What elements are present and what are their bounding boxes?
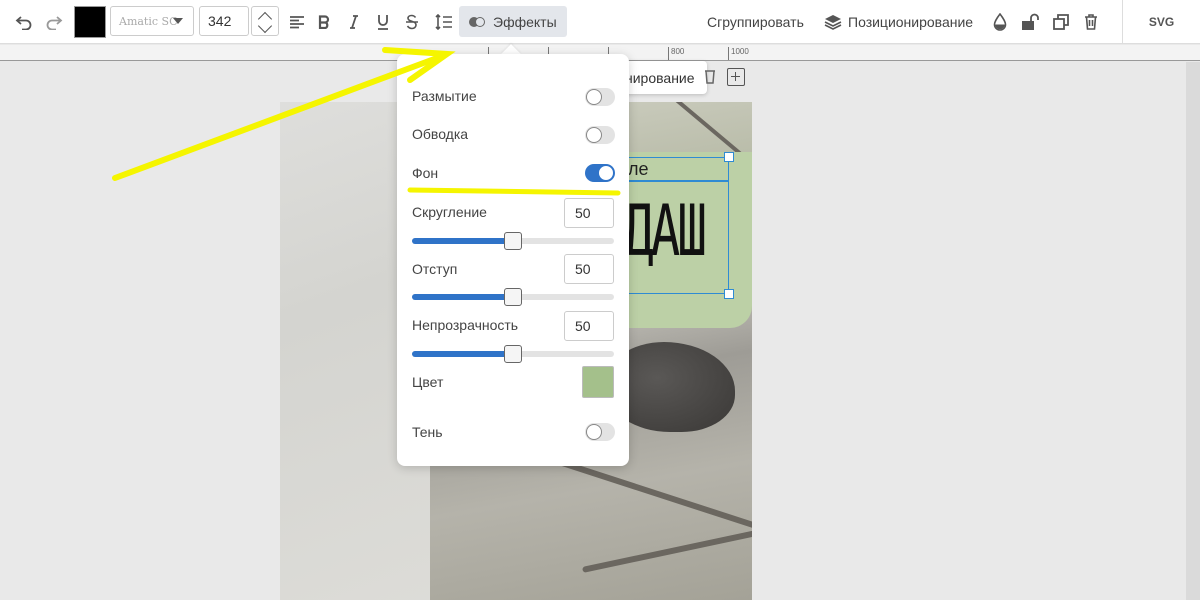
slider-fill [412, 294, 513, 300]
background-label: Фон [412, 165, 439, 181]
top-toolbar: Amatic SC 342 Эффекты Сгруппировать Пози… [0, 0, 1200, 44]
font-select[interactable]: Amatic SC [110, 6, 194, 36]
toggle-knob [598, 165, 614, 181]
scrollbar[interactable] [1186, 62, 1200, 600]
branch-shape [581, 517, 752, 573]
rounding-slider[interactable] [412, 232, 614, 250]
effects-button[interactable]: Эффекты [459, 6, 567, 37]
text-color-swatch[interactable] [74, 6, 106, 38]
ruler-tick-1000: 1000 [728, 47, 749, 60]
trash-icon[interactable] [704, 68, 716, 89]
blur-toggle[interactable] [585, 88, 615, 106]
slider-thumb[interactable] [504, 288, 522, 306]
resize-handle[interactable] [724, 152, 734, 162]
stroke-label: Обводка [412, 126, 469, 142]
unlock-icon[interactable] [1019, 0, 1041, 44]
underline-icon[interactable] [372, 0, 394, 44]
padding-input[interactable]: 50 [564, 254, 614, 284]
redo-icon[interactable] [42, 0, 66, 44]
chevron-down-icon [173, 18, 183, 24]
trash-icon[interactable] [1080, 0, 1102, 44]
opacity-input[interactable]: 50 [564, 311, 614, 341]
font-select-value: Amatic SC [119, 14, 178, 28]
toggle-knob [586, 89, 602, 105]
opacity-slider[interactable] [412, 345, 614, 363]
undo-icon[interactable] [12, 0, 36, 44]
background-color-swatch[interactable] [582, 366, 614, 398]
shadow-toggle[interactable] [585, 423, 615, 441]
slider-fill [412, 238, 513, 244]
italic-icon[interactable] [343, 0, 365, 44]
duplicate-icon[interactable] [1050, 0, 1072, 44]
opacity-drop-icon[interactable] [990, 0, 1010, 44]
rounding-label: Скругление [412, 204, 487, 220]
color-label: Цвет [412, 374, 444, 390]
toggle-knob [586, 424, 602, 440]
slider-fill [412, 351, 513, 357]
ruler-tick-800: 800 [668, 47, 684, 60]
slider-thumb[interactable] [504, 232, 522, 250]
shadow-label: Тень [412, 424, 443, 440]
toggle-knob [586, 127, 602, 143]
strikethrough-icon[interactable] [401, 0, 423, 44]
stroke-toggle[interactable] [585, 126, 615, 144]
font-size-input[interactable]: 342 [199, 6, 249, 36]
font-size-stepper[interactable] [251, 6, 279, 36]
padding-label: Отступ [412, 261, 458, 277]
line-height-icon[interactable] [432, 0, 456, 44]
layers-icon[interactable] [822, 0, 844, 44]
group-button[interactable]: Сгруппировать [707, 0, 804, 44]
floating-toolbar-label: нирование [625, 69, 695, 86]
align-left-icon[interactable] [285, 0, 309, 44]
padding-slider[interactable] [412, 288, 614, 306]
effects-icon [469, 16, 485, 28]
slider-thumb[interactable] [504, 345, 522, 363]
add-icon[interactable] [727, 68, 745, 86]
svg-export-button[interactable]: SVG [1122, 0, 1200, 44]
opacity-label: Непрозрачность [412, 317, 519, 333]
effects-button-label: Эффекты [493, 13, 557, 30]
blur-label: Размытие [412, 88, 477, 104]
rounding-input[interactable]: 50 [564, 198, 614, 228]
resize-handle[interactable] [724, 289, 734, 299]
positioning-button[interactable]: Позиционирование [848, 0, 973, 44]
bold-icon[interactable] [313, 0, 335, 44]
background-toggle[interactable] [585, 164, 615, 182]
